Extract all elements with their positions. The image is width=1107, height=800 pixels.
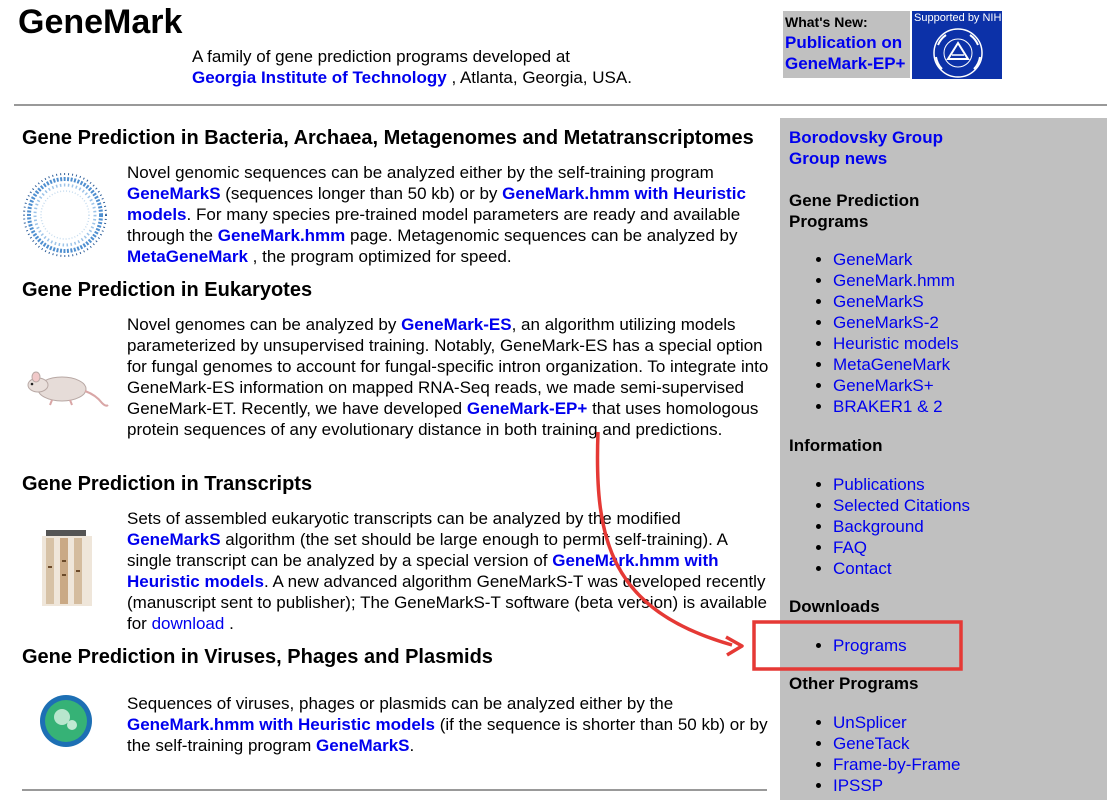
list-item: Contact	[833, 558, 970, 579]
gel-electrophoresis-icon	[42, 530, 92, 606]
nih-seal-icon	[933, 28, 983, 78]
text-fragment: (sequences longer than 50 kb) or by	[220, 184, 503, 203]
download-link[interactable]: download	[152, 614, 225, 633]
information-heading: Information	[789, 436, 883, 455]
sidebar-item-genemarks-2[interactable]: GeneMarkS-2	[833, 313, 939, 332]
list-item: Programs	[833, 635, 907, 656]
text-fragment: Sets of assembled eukaryotic transcripts…	[127, 509, 681, 528]
downloads-heading: Downloads	[789, 597, 880, 616]
sidebar-item-braker[interactable]: BRAKER1 & 2	[833, 397, 943, 416]
section-text-eukaryotes: Novel genomes can be analyzed by GeneMar…	[127, 314, 772, 440]
list-item: MetaGeneMark	[833, 354, 959, 375]
section-heading-transcripts: Gene Prediction in Transcripts	[22, 473, 313, 495]
other-programs-list: UnSplicer GeneTack Frame-by-Frame IPSSP	[789, 712, 961, 796]
list-item: BRAKER1 & 2	[833, 396, 959, 417]
borodovsky-group-link[interactable]: Borodovsky Group	[789, 127, 943, 148]
virus-icon	[40, 695, 92, 747]
list-item: Publications	[833, 474, 970, 495]
whats-new-link-line1: Publication on	[785, 33, 903, 52]
sidebar-item-genemark[interactable]: GeneMark	[833, 250, 912, 269]
genemark-es-link[interactable]: GeneMark-ES	[401, 315, 512, 334]
sidebar-item-selected-citations[interactable]: Selected Citations	[833, 496, 970, 515]
section-text-transcripts: Sets of assembled eukaryotic transcripts…	[127, 508, 772, 634]
genemarks-link[interactable]: GeneMarkS	[316, 736, 410, 755]
section-text-viruses: Sequences of viruses, phages or plasmids…	[127, 693, 772, 756]
text-fragment: page. Metagenomic sequences can be analy…	[345, 226, 738, 245]
text-fragment: .	[409, 736, 415, 755]
sidebar-item-faq[interactable]: FAQ	[833, 538, 867, 557]
sidebar-item-genemark-hmm[interactable]: GeneMark.hmm	[833, 271, 955, 290]
metagenemark-link[interactable]: MetaGeneMark	[127, 247, 248, 266]
group-news-link[interactable]: Group news	[789, 148, 943, 169]
genemarks-link[interactable]: GeneMarkS	[127, 530, 221, 549]
sidebar-item-background[interactable]: Background	[833, 517, 924, 536]
section-text-bacteria: Novel genomic sequences can be analyzed …	[127, 162, 772, 267]
gene-prediction-programs-heading: Gene Prediction Programs	[789, 191, 920, 231]
footer-divider	[22, 789, 767, 791]
sidebar-item-genetack[interactable]: GeneTack	[833, 734, 910, 753]
text-fragment: Novel genomic sequences can be analyzed …	[127, 163, 714, 182]
tagline: A family of gene prediction programs dev…	[192, 46, 632, 88]
whats-new-label: What's New:	[785, 14, 868, 30]
tagline-text: A family of gene prediction programs dev…	[192, 47, 571, 66]
text-fragment: , the program optimized for speed.	[247, 247, 512, 266]
site-title: GeneMark	[18, 3, 183, 41]
mouse-icon	[27, 371, 109, 407]
list-item: GeneMarkS	[833, 291, 959, 312]
text-fragment: Sequences of viruses, phages or plasmids…	[127, 694, 674, 713]
text-fragment: .	[224, 614, 234, 633]
header-divider	[14, 104, 1107, 106]
sidebar-item-metagenemark[interactable]: MetaGeneMark	[833, 355, 950, 374]
section-heading-eukaryotes: Gene Prediction in Eukaryotes	[22, 279, 313, 301]
arrowhead-icon	[725, 635, 744, 657]
nih-banner-text: Supported by NIH	[914, 12, 1002, 24]
list-item: GeneMarkS+	[833, 375, 959, 396]
sidebar-top-links: Borodovsky Group Group news	[789, 127, 943, 169]
sidebar-item-genemarks-plus[interactable]: GeneMarkS+	[833, 376, 934, 395]
tagline-location: , Atlanta, Georgia, USA.	[451, 68, 632, 87]
list-item: IPSSP	[833, 775, 961, 796]
sidebar: Borodovsky Group Group news Gene Predict…	[780, 118, 1107, 800]
list-item: GeneMark	[833, 249, 959, 270]
genome-circle-icon	[23, 173, 107, 257]
whats-new-link-line2: GeneMark-EP+	[785, 54, 906, 73]
section-heading-viruses: Gene Prediction in Viruses, Phages and P…	[22, 646, 493, 668]
information-list: Publications Selected Citations Backgrou…	[789, 474, 970, 579]
genemarks-link[interactable]: GeneMarkS	[127, 184, 221, 203]
list-item: Background	[833, 516, 970, 537]
sidebar-item-unsplicer[interactable]: UnSplicer	[833, 713, 907, 732]
list-item: GeneTack	[833, 733, 961, 754]
list-item: Frame-by-Frame	[833, 754, 961, 775]
sidebar-item-frame-by-frame[interactable]: Frame-by-Frame	[833, 755, 961, 774]
sidebar-item-contact[interactable]: Contact	[833, 559, 892, 578]
other-programs-heading: Other Programs	[789, 674, 919, 693]
list-item: UnSplicer	[833, 712, 961, 733]
list-item: Heuristic models	[833, 333, 959, 354]
sidebar-item-ipssp[interactable]: IPSSP	[833, 776, 883, 795]
list-item: FAQ	[833, 537, 970, 558]
list-item: GeneMarkS-2	[833, 312, 959, 333]
gene-prediction-programs-list: GeneMark GeneMark.hmm GeneMarkS GeneMark…	[789, 249, 959, 417]
sidebar-item-heuristic-models[interactable]: Heuristic models	[833, 334, 959, 353]
whats-new-box: What's New: Publication on GeneMark-EP+	[783, 11, 910, 78]
list-item: GeneMark.hmm	[833, 270, 959, 291]
sidebar-item-publications[interactable]: Publications	[833, 475, 925, 494]
section-heading-bacteria: Gene Prediction in Bacteria, Archaea, Me…	[22, 127, 754, 149]
nih-banner[interactable]: Supported by NIH	[912, 11, 1002, 79]
genemark-hmm-link[interactable]: GeneMark.hmm	[218, 226, 346, 245]
text-fragment: Novel genomes can be analyzed by	[127, 315, 402, 334]
genemark-ep-link[interactable]: GeneMark-EP+	[467, 399, 587, 418]
sidebar-item-genemarks[interactable]: GeneMarkS	[833, 292, 924, 311]
genemark-hmm-heuristic-link[interactable]: GeneMark.hmm with Heuristic models	[127, 715, 435, 734]
list-item: Selected Citations	[833, 495, 970, 516]
sidebar-item-programs[interactable]: Programs	[833, 636, 907, 655]
georgia-tech-link[interactable]: Georgia Institute of Technology	[192, 68, 447, 87]
whats-new-link[interactable]: Publication on GeneMark-EP+	[785, 32, 908, 74]
downloads-list: Programs	[789, 635, 907, 656]
